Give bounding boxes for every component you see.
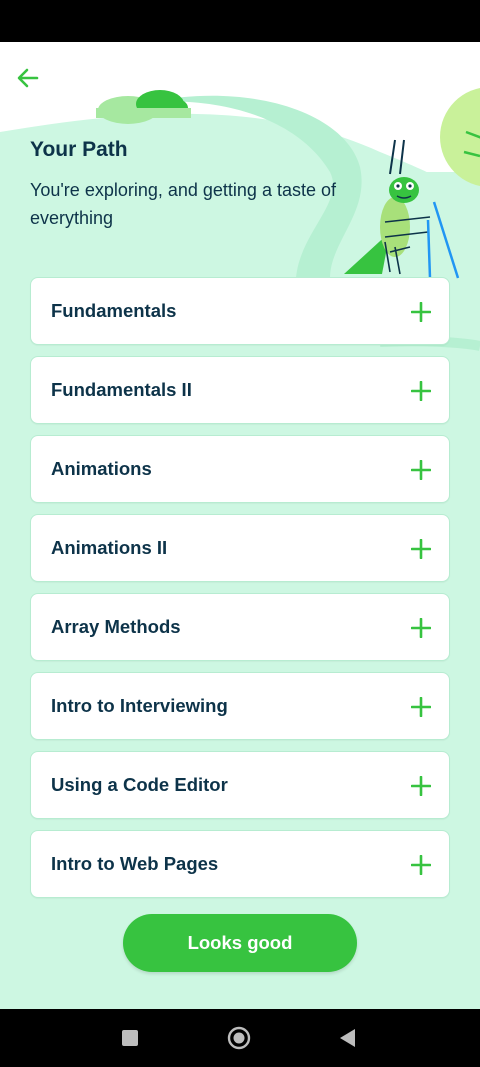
course-label: Fundamentals (51, 300, 177, 321)
course-item-array-methods[interactable]: Array Methods (30, 593, 450, 661)
square-icon[interactable] (117, 1025, 143, 1051)
looks-good-button[interactable]: Looks good (123, 914, 357, 972)
system-nav-bar (0, 1009, 480, 1067)
app-screen: Your Path You're exploring, and getting … (0, 42, 480, 1009)
plus-icon[interactable] (411, 618, 431, 638)
course-item-intro-to-interviewing[interactable]: Intro to Interviewing (30, 672, 450, 740)
status-bar (0, 0, 480, 42)
course-item-fundamentals[interactable]: Fundamentals (30, 277, 450, 345)
page-title: Your Path (30, 138, 128, 161)
course-item-fundamentals-ii[interactable]: Fundamentals II (30, 356, 450, 424)
course-label: Animations II (51, 537, 168, 558)
plus-icon[interactable] (411, 460, 431, 480)
plus-icon[interactable] (411, 697, 431, 717)
course-item-animations[interactable]: Animations (30, 435, 450, 503)
course-label: Using a Code Editor (51, 774, 228, 795)
triangle-back-icon[interactable] (335, 1025, 361, 1051)
page-subtitle: You're exploring, and getting a taste of… (30, 180, 336, 228)
plus-icon[interactable] (411, 381, 431, 401)
course-label: Intro to Web Pages (51, 853, 219, 874)
course-label: Intro to Interviewing (51, 695, 228, 716)
course-item-using-a-code-editor[interactable]: Using a Code Editor (30, 751, 450, 819)
course-label: Fundamentals II (51, 379, 192, 400)
course-item-animations-ii[interactable]: Animations II (30, 514, 450, 582)
arrow-left-icon (17, 68, 39, 88)
course-label: Animations (51, 458, 152, 479)
plus-icon[interactable] (411, 855, 431, 875)
plus-icon[interactable] (411, 302, 431, 322)
plus-icon[interactable] (411, 539, 431, 559)
course-list: Fundamentals Fundamentals II Animations … (30, 277, 450, 909)
plus-icon[interactable] (411, 776, 431, 796)
circle-icon[interactable] (226, 1025, 252, 1051)
course-item-intro-to-web-pages[interactable]: Intro to Web Pages (30, 830, 450, 898)
course-label: Array Methods (51, 616, 181, 637)
back-button[interactable] (10, 60, 46, 96)
